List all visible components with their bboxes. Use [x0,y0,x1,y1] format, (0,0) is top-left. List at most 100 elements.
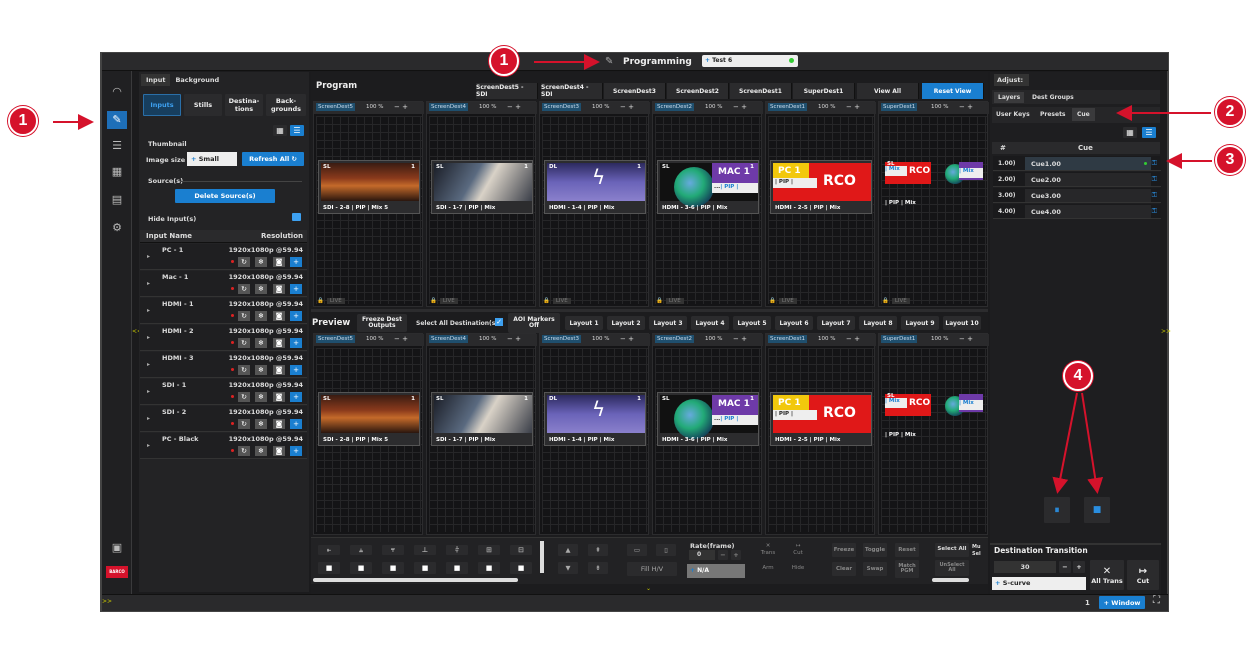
destination-panel[interactable]: ScreenDest2 100 % − + MAC 1 ...| PIP | SL 1 HDM… [652,333,763,535]
size-7-icon[interactable]: ■ [510,562,532,574]
refresh-icon[interactable]: ↻ [238,311,250,321]
freeze-icon[interactable]: ❄ [255,284,267,294]
gear-icon[interactable]: ⚙ [107,219,127,237]
layout-tab[interactable]: Layout 8 [859,316,897,330]
camera-icon[interactable]: ◙ [273,338,285,348]
camera-icon[interactable]: ◙ [273,365,285,375]
zoom-controls[interactable]: − + [846,335,860,343]
toolbar-scrollbar[interactable] [313,578,518,582]
expand-icon[interactable]: ▸ [147,334,150,341]
preset-selector[interactable]: + Test 6 [702,55,798,67]
zoom-controls[interactable]: − + [394,103,408,111]
rate-minus-button[interactable]: − [718,550,728,560]
transition-plus-button[interactable]: + [1073,561,1085,573]
toolbar-scrollbar-right[interactable] [932,578,969,582]
layer-thumbnail[interactable]: SL 1 SDI - 1-7 | PIP | Mix [431,160,533,214]
cue-name[interactable]: Cue4.00 [1025,205,1151,218]
gauge-icon[interactable]: ◠ [107,83,127,101]
layer-thumbnail[interactable]: PC 1 | PIP | RCO HDMI - 2-5 | PIP | Mix [770,392,872,446]
cue-key-icon[interactable]: ⚿ [1152,175,1157,184]
grid-icon[interactable]: ▦ [107,163,127,181]
zoom-controls[interactable]: − + [959,335,973,343]
fill-hv-button[interactable]: Fill H/V [627,562,677,576]
add-icon[interactable]: + [290,257,302,267]
programming-edit-icon[interactable]: ✎ [107,111,127,129]
freeze-icon[interactable]: ❄ [255,446,267,456]
add-icon[interactable]: + [290,284,302,294]
destination-panel[interactable]: SuperDest1 100 % − + | Mix RCO | Mix SL | PIP |… [878,101,989,307]
list-icon[interactable]: ☰ [107,137,127,155]
freeze-icon[interactable]: ❄ [255,419,267,429]
camera-icon[interactable]: ◙ [273,284,285,294]
send-back-icon[interactable]: ⇟ [588,562,608,574]
save-icon[interactable]: ▣ [107,539,127,557]
cue-row[interactable]: 4.00) Cue4.00 ⚿ [993,204,1161,219]
cut-transition-button[interactable]: ↦ Cut [1127,560,1159,590]
arm-button[interactable]: Arm [758,565,778,571]
destination-panel[interactable]: ScreenDest2 100 % − + MAC 1 ...| PIP | SL 1 HDM… [652,101,763,307]
dest-tab[interactable]: ScreenDest1 [730,83,792,99]
zoom-controls[interactable]: − + [507,335,521,343]
camera-icon[interactable]: ◙ [273,257,285,267]
zoom-controls[interactable]: − + [507,103,521,111]
input-row[interactable]: ▸ PC - Black 1920x1080p @59.94 ↻ ❄ ◙ + [140,433,307,459]
add-window-button[interactable]: + Window [1099,596,1145,609]
lock-icon[interactable]: 🔒 [656,298,663,304]
layout-tab[interactable]: Layout 7 [817,316,855,330]
aoi-markers-button[interactable]: AOI Markers Off [508,313,560,333]
delete-sources-button[interactable]: Delete Source(s) [175,189,275,203]
add-icon[interactable]: + [290,392,302,402]
align-middle-icon[interactable]: ⫩ [446,545,468,555]
expand-icon[interactable]: ▸ [147,361,150,368]
destination-panel[interactable]: ScreenDest5 100 % − + SL 1 SDI - 2-8 | PIP | … [313,333,424,535]
keyboard-icon[interactable]: ▤ [107,191,127,209]
camera-icon[interactable]: ◙ [273,311,285,321]
expand-icon[interactable]: ▸ [147,388,150,395]
layout-tab[interactable]: Layout 1 [565,316,603,330]
send-backward-icon[interactable]: ▼ [558,562,578,574]
freeze-icon[interactable]: ❄ [255,257,267,267]
distribute-h-icon[interactable]: ⊞ [478,545,500,555]
layout-tab[interactable]: Layout 3 [649,316,687,330]
reset-button[interactable]: Reset [895,543,919,557]
zoom-controls[interactable]: − + [959,103,973,111]
dest-tab[interactable]: ScreenDest3 [604,83,666,99]
input-row[interactable]: ▸ PC - 1 1920x1080p @59.94 ↻ ❄ ◙ + [140,244,307,270]
layout-tab[interactable]: Layout 9 [901,316,939,330]
layout-tab[interactable]: Layout 4 [691,316,729,330]
right-collapse-handle[interactable]: >> [1161,328,1171,335]
tab-user-keys[interactable]: User Keys [996,111,1030,118]
refresh-icon[interactable]: ↻ [238,419,250,429]
zoom-controls[interactable]: − + [733,103,747,111]
tab-cue[interactable]: Cue [1072,108,1095,121]
destination-panel[interactable]: ScreenDest5 100 % − + SL 1 SDI - 2-8 | PIP | … [313,101,424,307]
select-all-button[interactable]: Select All [935,543,969,557]
rate-input[interactable]: 0 [689,550,715,560]
expand-icon[interactable]: ▸ [147,415,150,422]
refresh-icon[interactable]: ↻ [238,365,250,375]
size-2-icon[interactable]: ■ [350,562,372,574]
cue-key-icon[interactable]: ⚿ [1152,191,1157,200]
add-icon[interactable]: + [290,365,302,375]
lock-icon[interactable]: 🔒 [317,298,324,304]
zoom-controls[interactable]: − + [394,335,408,343]
status-collapse-handle[interactable]: >> [102,598,112,605]
tab-layers[interactable]: Layers [994,92,1025,103]
view-all-button[interactable]: View All [857,83,919,99]
dest-tab[interactable]: ScreenDest2 [667,83,729,99]
cue-row[interactable]: 1.00) Cue1.00 ⚿ [993,156,1161,171]
cue-grid-view-icon[interactable]: ▦ [1123,127,1137,138]
add-icon[interactable]: + [290,446,302,456]
layout-tab[interactable]: Layout 2 [607,316,645,330]
tab-presets[interactable]: Presets [1040,111,1066,118]
input-row[interactable]: ▸ Mac - 1 1920x1080p @59.94 ↻ ❄ ◙ + [140,271,307,297]
cue-name[interactable]: Cue2.00 [1025,173,1151,186]
layout-tab[interactable]: Layout 6 [775,316,813,330]
clear-button[interactable]: Clear [832,562,856,576]
lock-icon[interactable]: 🔒 [430,298,437,304]
select-all-destinations-checkbox[interactable]: ✓ [495,318,503,326]
input-row[interactable]: ▸ HDMI - 1 1920x1080p @59.94 ↻ ❄ ◙ + [140,298,307,324]
cue-row[interactable]: 2.00) Cue2.00 ⚿ [993,172,1161,187]
hide-button[interactable]: Hide [788,565,808,571]
na-select[interactable]: + N/A [687,564,745,578]
